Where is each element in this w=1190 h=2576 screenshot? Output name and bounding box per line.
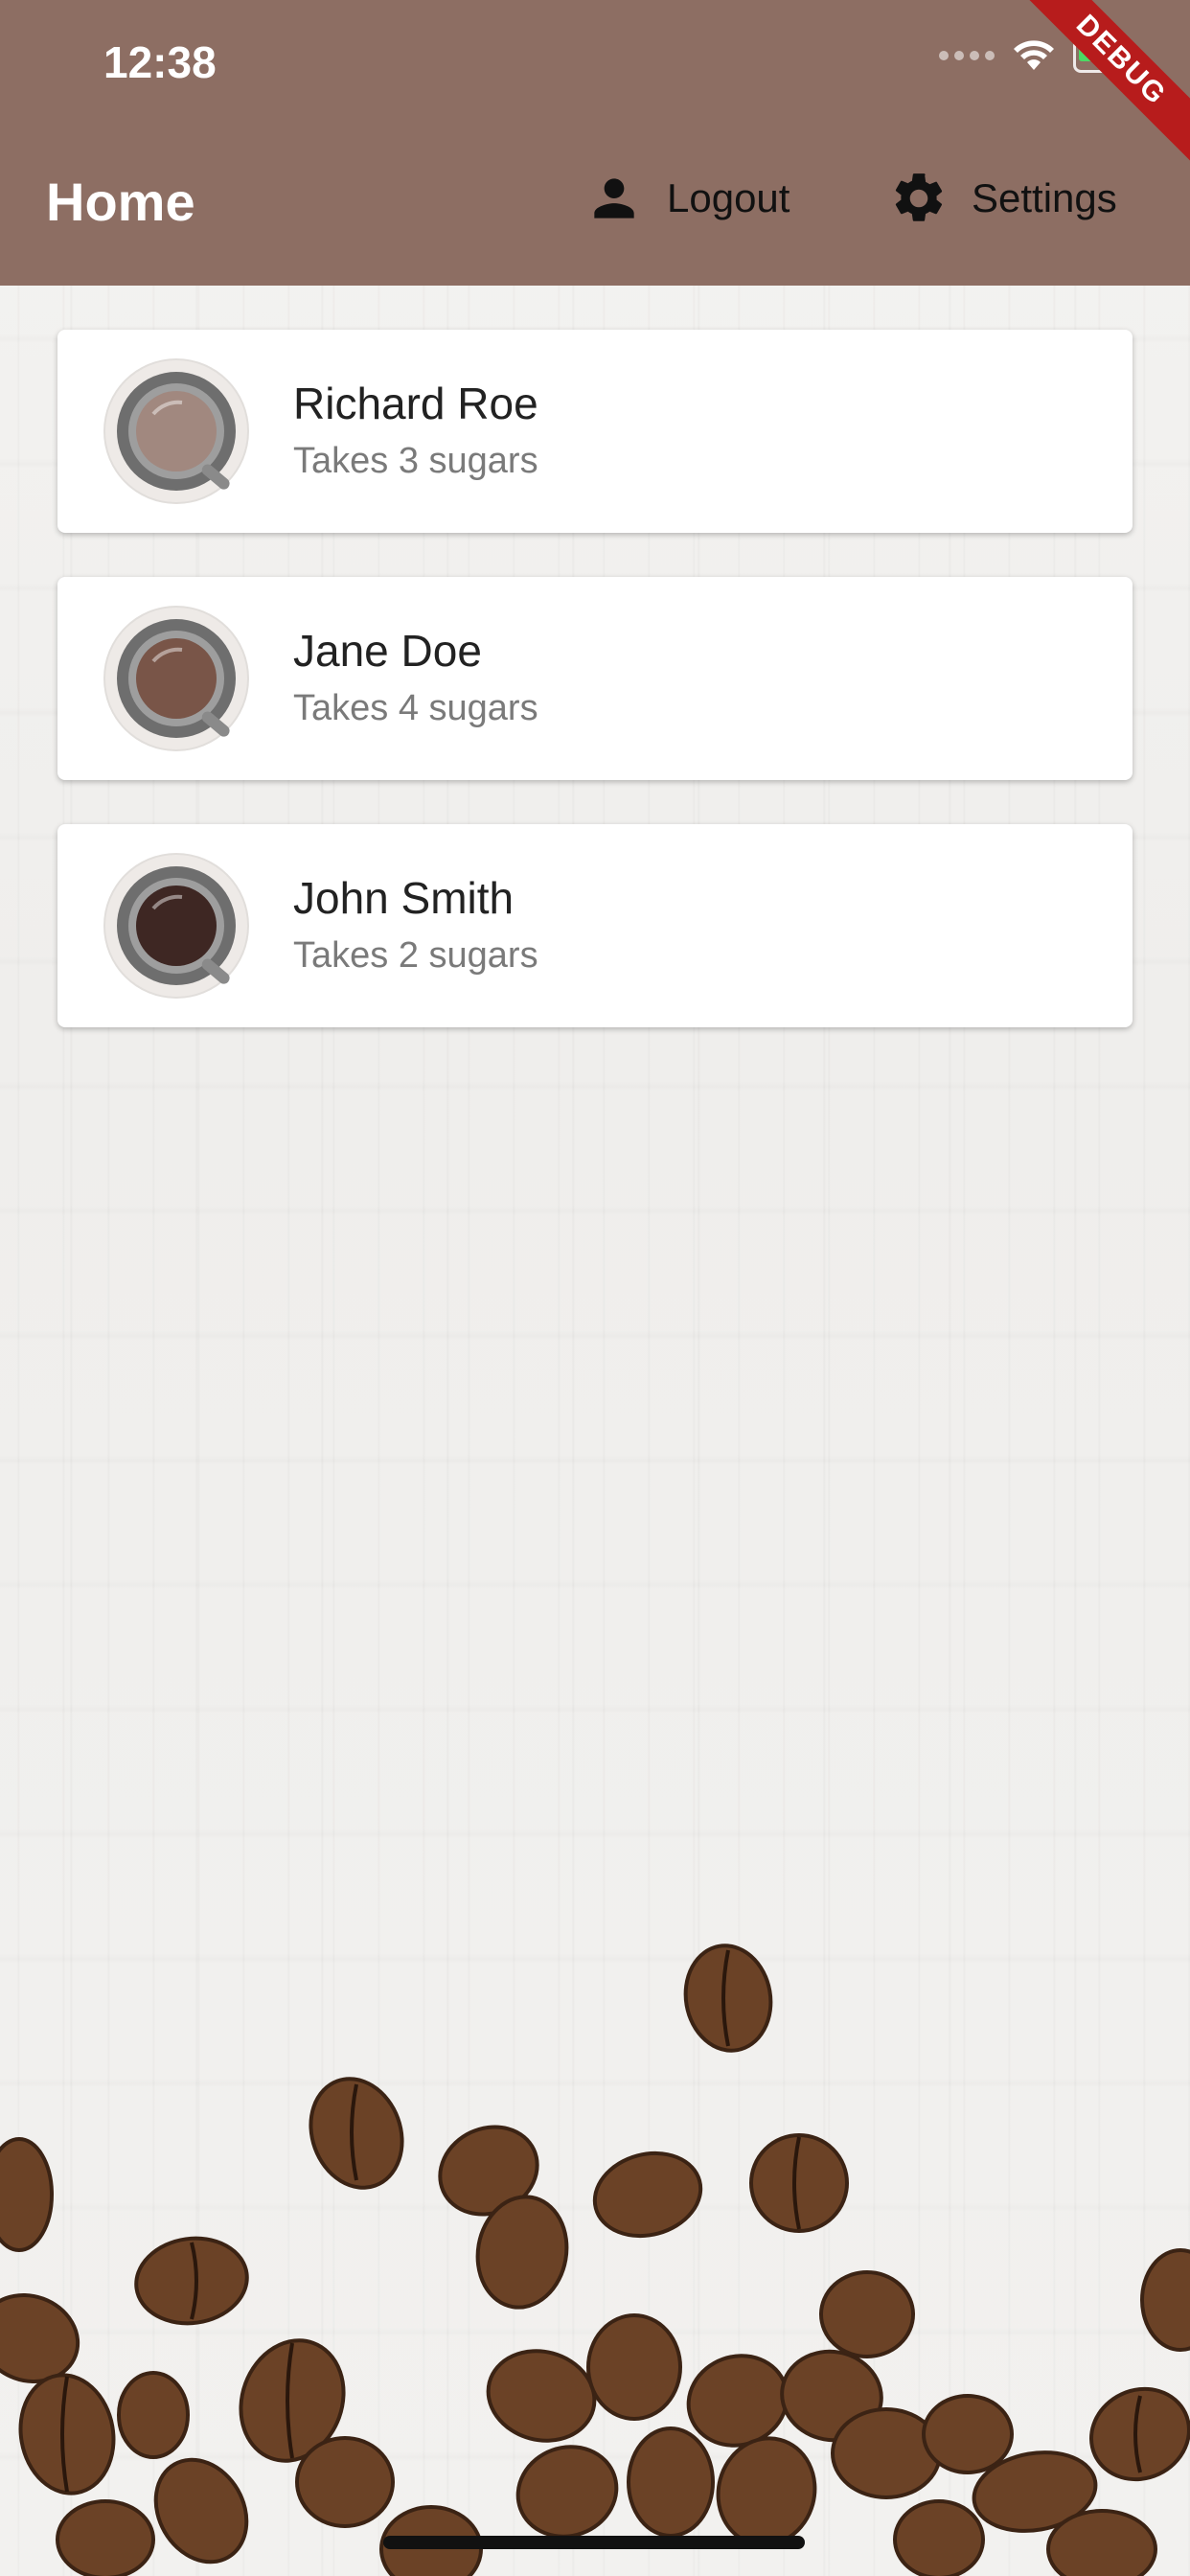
settings-label: Settings — [972, 175, 1117, 220]
coffee-cup-icon — [103, 853, 249, 999]
coffee-cup-icon — [103, 358, 249, 504]
list-item[interactable]: John Smith Takes 2 sugars — [57, 824, 1133, 1027]
brew-name: Jane Doe — [293, 626, 482, 676]
brew-name: Richard Roe — [293, 379, 538, 428]
app-bar: 12:38 Home Logout Settings DEBUG — [0, 0, 1190, 286]
brew-sugars: Takes 3 sugars — [293, 441, 538, 481]
person-icon — [594, 178, 634, 218]
logout-button[interactable]: Logout — [584, 169, 790, 228]
coffee-cup-icon — [103, 606, 249, 751]
settings-button[interactable]: Settings — [889, 169, 1117, 228]
brew-sugars: Takes 4 sugars — [293, 688, 538, 728]
brew-sugars: Takes 2 sugars — [293, 935, 538, 976]
logout-label: Logout — [667, 175, 790, 220]
screen: 12:38 Home Logout Settings DEBUG Richard… — [0, 0, 1190, 2576]
page-title: Home — [46, 172, 195, 232]
wifi-icon — [1014, 40, 1054, 70]
brew-name: John Smith — [293, 873, 515, 923]
debug-banner: DEBUG — [1017, 0, 1190, 165]
signal-icon — [939, 51, 995, 60]
list-item[interactable]: Jane Doe Takes 4 sugars — [57, 577, 1133, 780]
gear-icon — [895, 173, 943, 221]
coffee-beans-decoration — [0, 1944, 1190, 2576]
status-time: 12:38 — [103, 37, 217, 87]
list-item[interactable]: Richard Roe Takes 3 sugars — [57, 330, 1133, 533]
home-indicator[interactable] — [383, 2536, 805, 2549]
